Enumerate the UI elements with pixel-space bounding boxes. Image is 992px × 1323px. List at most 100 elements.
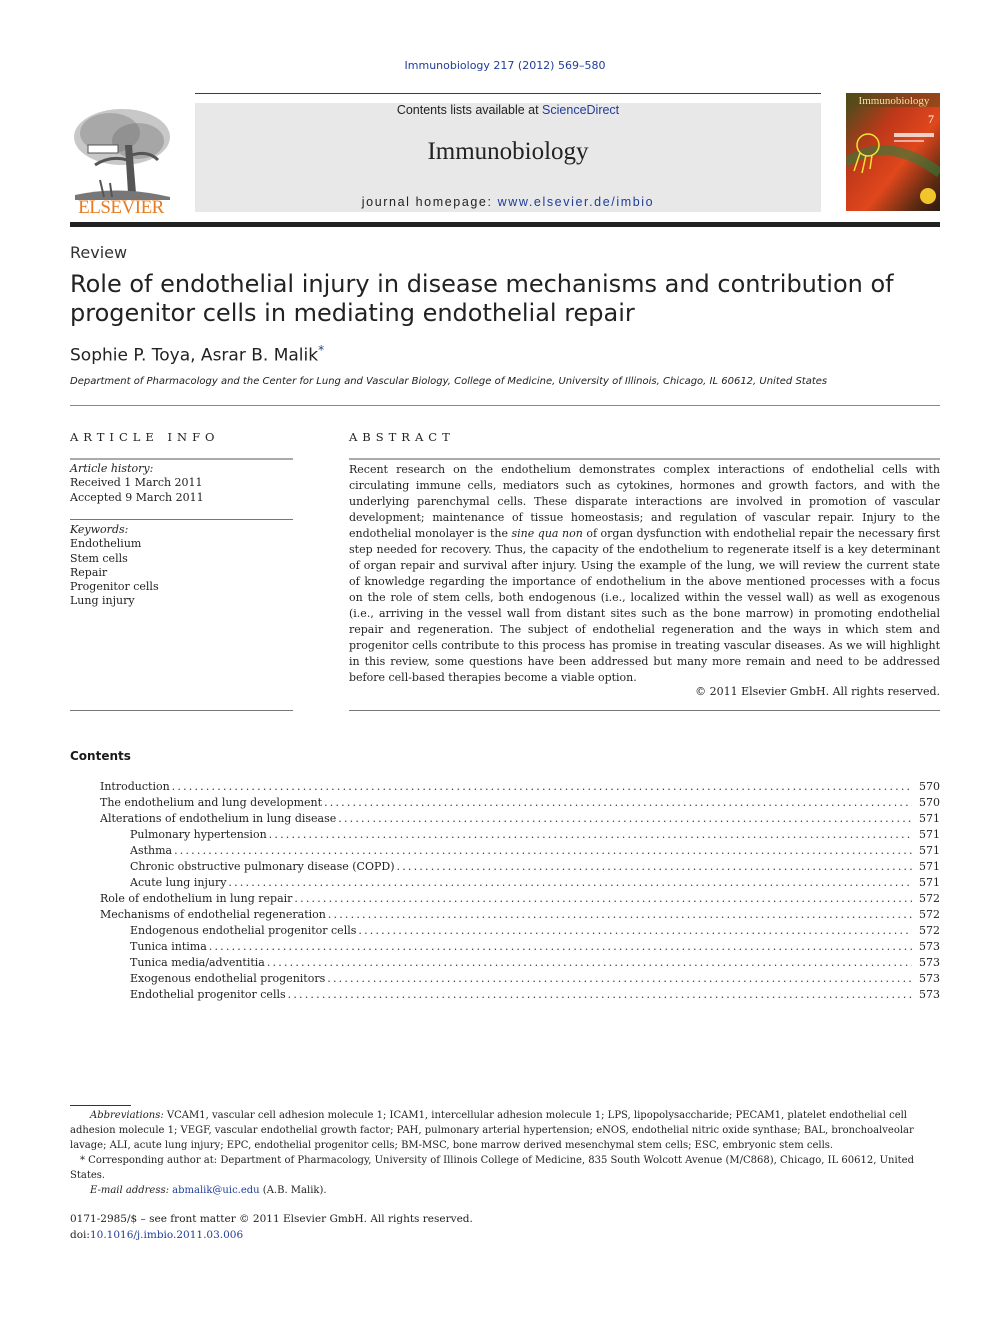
doi-line: doi:10.1016/j.imbio.2011.03.006 [70,1227,473,1243]
toc-entry[interactable]: Role of endothelium in lung repair 572 [100,892,940,908]
toc-entry-page: 571 [919,828,940,841]
toc-entry-title[interactable]: Chronic obstructive pulmonary disease (C… [130,860,395,873]
toc-entry[interactable]: Pulmonary hypertension 571 [100,828,940,844]
toc-entry-title[interactable]: Asthma [130,844,172,857]
cover-issue-number: 7 [928,112,934,126]
toc-entry-title[interactable]: Exogenous endothelial progenitors [130,972,325,985]
journal-citation[interactable]: Immunobiology 217 (2012) 569–580 [0,59,992,72]
abstract-rule [349,710,940,711]
homepage-link[interactable]: www.elsevier.de/imbio [498,195,655,209]
toc-entry[interactable]: Alterations of endothelium in lung disea… [100,812,940,828]
toc-entry-title[interactable]: Tunica media/adventitia [130,956,265,969]
toc-entry-title[interactable]: Endogenous endothelial progenitor cells [130,924,356,937]
email-suffix: (A.B. Malik). [259,1185,327,1196]
toc-entry-page: 573 [919,988,940,1001]
journal-cover-image[interactable]: Immunobiology 7 [846,93,940,211]
toc-leader-dots [328,908,912,921]
toc-entry-page: 571 [919,876,940,889]
toc-entry[interactable]: Chronic obstructive pulmonary disease (C… [100,860,940,876]
toc-entry-page: 572 [919,908,940,921]
toc-entry-page: 571 [919,860,940,873]
toc-entry-page: 571 [919,812,940,825]
toc-leader-dots [324,796,912,809]
elsevier-wordmark: ELSEVIER [78,197,164,218]
affiliation: Department of Pharmacology and the Cente… [70,376,828,387]
toc-leader-dots [288,988,912,1001]
toc-entry[interactable]: Endothelial progenitor cells 573 [100,988,940,1004]
toc-entry-title[interactable]: Acute lung injury [130,876,226,889]
doi-prefix: doi: [70,1229,90,1241]
article-info-rule [70,519,293,520]
abstract-text: of organ dysfunction with endothelial re… [349,527,940,684]
article-info-rule [70,710,293,711]
contents-availability: Contents lists available at ScienceDirec… [195,103,821,117]
article-history: Article history: Received 1 March 2011 A… [70,462,204,505]
front-matter: 0171-2985/$ – see front matter © 2011 El… [70,1211,473,1243]
toc-entry-title[interactable]: Introduction [100,780,170,793]
toc-entry-page: 570 [919,780,940,793]
contents-prefix: Contents lists available at [396,103,543,117]
toc-entry[interactable]: Exogenous endothelial progenitors 573 [100,972,940,988]
keywords-label: Keywords: [70,523,129,536]
abbreviations-label: Abbreviations: [90,1110,164,1121]
abstract-body: Recent research on the endothelium demon… [349,462,940,686]
article-title: Role of endothelial injury in disease me… [70,270,894,327]
toc-entry[interactable]: Tunica media/adventitia 573 [100,956,940,972]
toc-entry[interactable]: Tunica intima 573 [100,940,940,956]
keyword: Progenitor cells [70,580,159,594]
keyword: Endothelium [70,537,142,551]
footnotes: Abbreviations: VCAM1, vascular cell adhe… [70,1108,940,1198]
toc-entry-title[interactable]: Mechanisms of endothelial regeneration [100,908,326,921]
accepted-date: Accepted 9 March 2011 [70,490,204,504]
email-label: E-mail address: [90,1185,169,1196]
sciencedirect-link[interactable]: ScienceDirect [542,103,619,117]
toc-leader-dots [267,956,912,969]
abbreviations-text: VCAM1, vascular cell adhesion molecule 1… [70,1110,914,1151]
toc-entry[interactable]: The endothelium and lung development 570 [100,796,940,812]
toc-entry-page: 573 [919,956,940,969]
toc-entry-title[interactable]: Pulmonary hypertension [130,828,267,841]
toc-entry-page: 573 [919,940,940,953]
toc-entry-title[interactable]: Endothelial progenitor cells [130,988,286,1001]
cover-title: Immunobiology [859,95,930,107]
keywords: Keywords: Endothelium Stem cells Repair … [70,523,159,609]
header-rule [195,93,821,94]
article-type: Review [70,243,128,262]
corresponding-footnote: * Corresponding author at: Department of… [70,1155,914,1181]
journal-homepage: journal homepage: www.elsevier.de/imbio [195,195,821,209]
email-link[interactable]: abmalik@uic.edu [172,1185,259,1196]
toc-entry-title[interactable]: The endothelium and lung development [100,796,322,809]
received-date: Received 1 March 2011 [70,476,203,490]
toc-entry-page: 572 [919,892,940,905]
author-list: Sophie P. Toya, Asrar B. Malik* [70,343,324,366]
toc-entry[interactable]: Endogenous endothelial progenitor cells 5… [100,924,940,940]
toc-entry[interactable]: Acute lung injury 571 [100,876,940,892]
toc-leader-dots [228,876,912,889]
corresponding-author-mark[interactable]: * [318,343,324,357]
email-footnote: E-mail address: abmalik@uic.edu (A.B. Ma… [70,1183,940,1198]
contents-heading: Contents [70,749,131,763]
header-thick-rule [70,222,940,227]
homepage-prefix: journal homepage: [361,195,498,209]
toc-leader-dots [174,844,912,857]
toc-entry-title[interactable]: Alterations of endothelium in lung disea… [100,812,336,825]
toc-entry-page: 570 [919,796,940,809]
toc-leader-dots [358,924,912,937]
article-info-rule [70,458,293,460]
toc-leader-dots [269,828,912,841]
keyword: Repair [70,565,108,579]
toc-entry-title[interactable]: Role of endothelium in lung repair [100,892,292,905]
affiliation-rule [70,405,940,406]
toc-entry[interactable]: Introduction 570 [100,780,940,796]
toc-entry[interactable]: Asthma 571 [100,844,940,860]
issn-line: 0171-2985/$ – see front matter © 2011 El… [70,1213,473,1225]
abstract-copyright: © 2011 Elsevier GmbH. All rights reserve… [695,685,940,698]
toc-entry-title[interactable]: Tunica intima [130,940,207,953]
footnote-rule [70,1105,131,1106]
toc-entry[interactable]: Mechanisms of endothelial regeneration 57… [100,908,940,924]
toc-entry-page: 572 [919,924,940,937]
article-info-heading: ARTICLE INFO [70,430,220,444]
abstract-heading: ABSTRACT [349,430,455,444]
doi-link[interactable]: 10.1016/j.imbio.2011.03.006 [90,1229,243,1241]
keyword: Stem cells [70,551,128,565]
